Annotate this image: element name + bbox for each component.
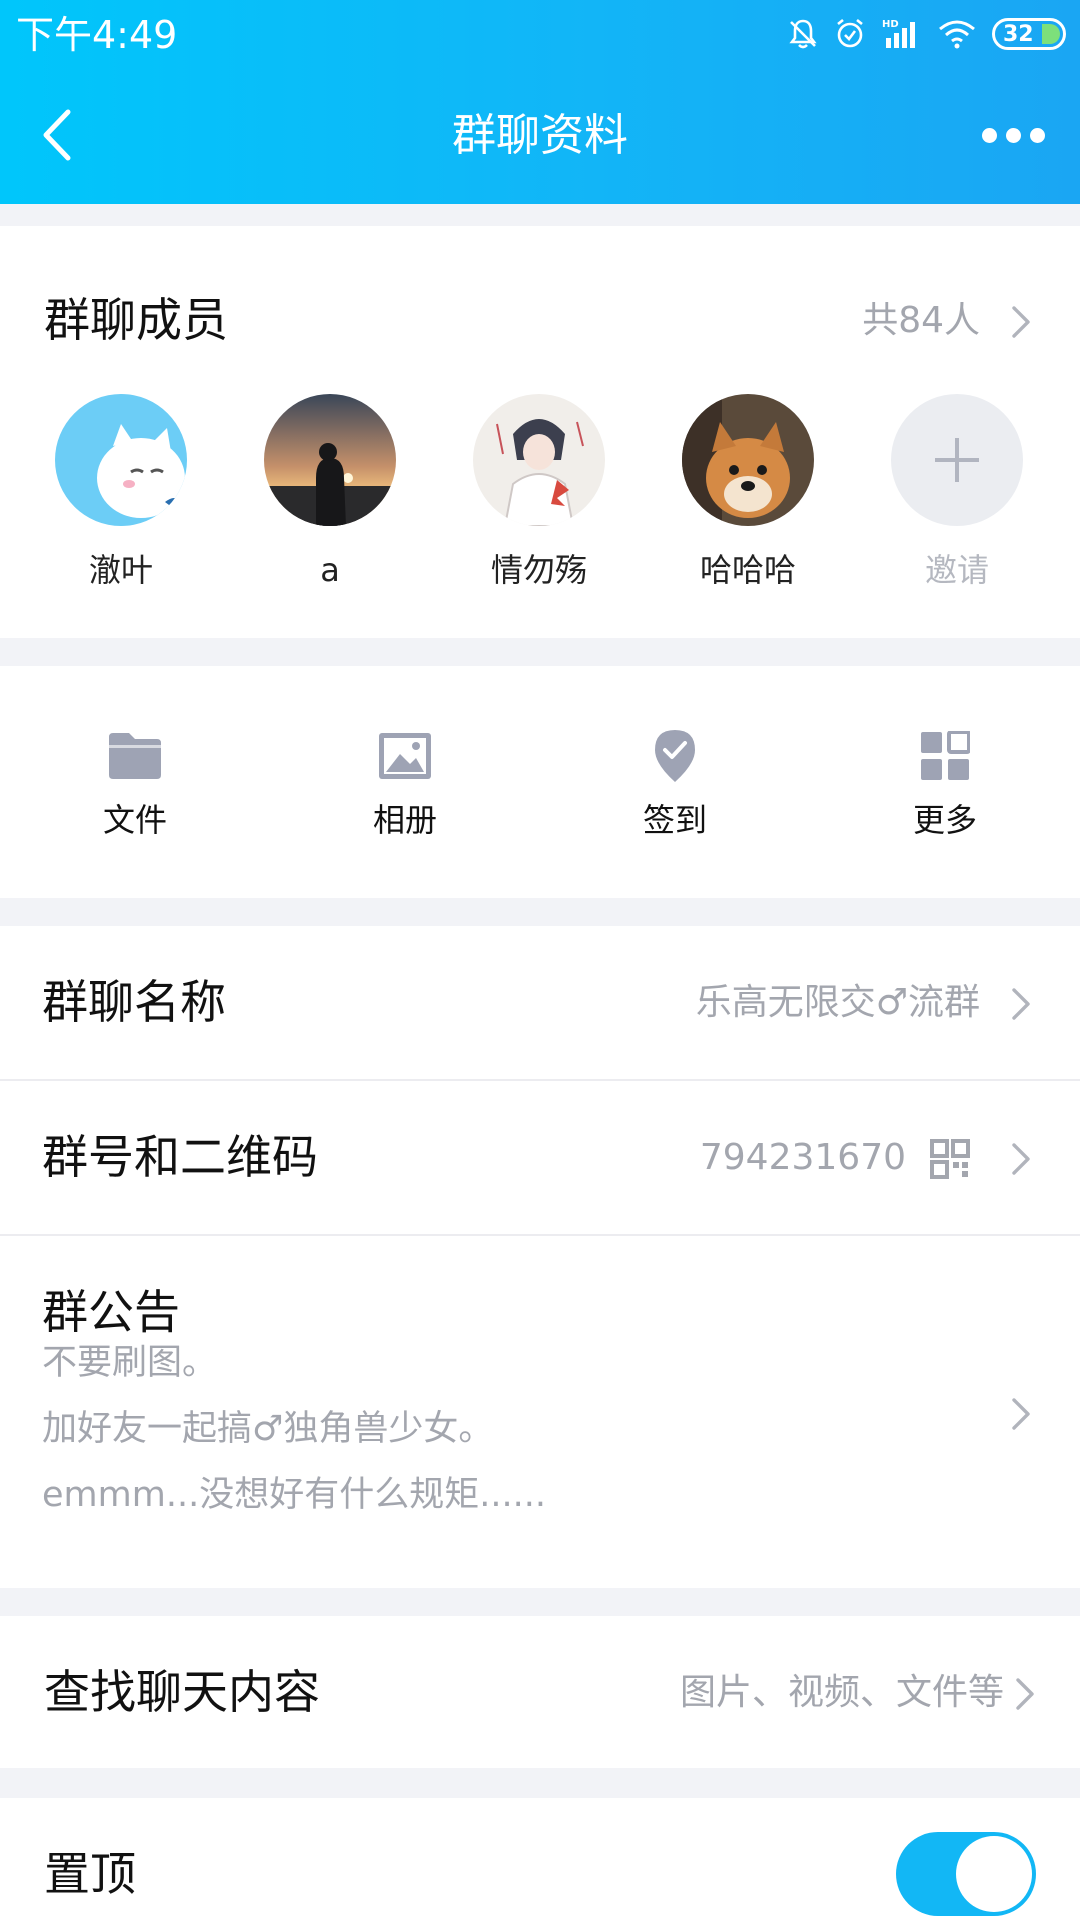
notice-line: 加好友一起搞♂独角兽少女。 <box>42 1409 494 1449</box>
group-id-row[interactable]: 群号和二维码 794231670 <box>0 1081 1080 1235</box>
checkin-button[interactable]: 签到 <box>575 726 775 842</box>
mute-bell-icon <box>789 19 817 49</box>
group-info-section: 群聊名称 乐高无限交♂流群 群号和二维码 794231670 群公告 不要刷图。… <box>0 926 1080 1588</box>
sunset-avatar <box>264 394 396 526</box>
cat-avatar <box>55 394 187 526</box>
group-id-value: 794231670 <box>699 1137 906 1178</box>
header-bar: 下午4:49 HD 32 群聊资料 <box>0 0 1080 204</box>
search-history-hint: 图片、视频、文件等 <box>679 1672 1004 1713</box>
notice-line: 不要刷图。 <box>42 1343 218 1383</box>
anime-avatar <box>473 394 605 526</box>
group-name-value: 乐高无限交♂流群 <box>695 982 980 1023</box>
group-notice-content: 不要刷图。 加好友一起搞♂独角兽少女。 emmm...没想好有什么规矩.....… <box>42 1330 546 1528</box>
toggle-knob <box>956 1836 1032 1912</box>
checkin-label: 签到 <box>642 801 707 839</box>
invite-button[interactable]: 邀请 <box>872 394 1042 592</box>
files-label: 文件 <box>102 801 167 839</box>
status-icons: HD 32 <box>788 10 1066 58</box>
member-name: 情勿殇 <box>490 551 587 589</box>
photo-icon <box>375 726 435 786</box>
more-features-button[interactable]: 更多 <box>845 726 1045 842</box>
page-title: 群聊资料 <box>452 110 628 161</box>
battery-level: 32 <box>1003 21 1034 47</box>
invite-label: 邀请 <box>924 551 989 589</box>
member-item[interactable]: 澈叶 <box>36 394 206 592</box>
more-options-button[interactable] <box>968 110 1058 160</box>
quick-actions-section: 文件 相册 签到 更多 <box>0 666 1080 898</box>
dot-icon <box>981 127 997 143</box>
status-time: 下午4:49 <box>16 13 178 57</box>
members-title: 群聊成员 <box>44 293 228 347</box>
members-count[interactable]: 共84人 <box>862 296 980 346</box>
group-notice-row[interactable]: 群公告 不要刷图。 加好友一起搞♂独角兽少女。 emmm...没想好有什么规矩.… <box>0 1236 1080 1588</box>
dot-icon <box>1005 127 1021 143</box>
wifi-icon <box>939 20 975 49</box>
plus-icon <box>935 438 979 482</box>
hd-badge: HD <box>882 19 899 30</box>
grid-icon <box>915 726 975 786</box>
group-id-label: 群号和二维码 <box>42 1130 318 1184</box>
album-label: 相册 <box>372 801 437 839</box>
invite-plus-circle <box>891 394 1023 526</box>
notice-line: emmm...没想好有什么规矩...... <box>42 1475 546 1515</box>
album-button[interactable]: 相册 <box>305 726 505 842</box>
dog-avatar <box>682 394 814 526</box>
dot-icon <box>1029 127 1045 143</box>
pin-row: 置顶 <box>0 1798 1080 1920</box>
checkin-icon <box>645 726 705 786</box>
pin-toggle[interactable] <box>896 1832 1036 1916</box>
battery-icon: 32 <box>992 18 1066 50</box>
member-name: a <box>320 551 340 589</box>
group-name-label: 群聊名称 <box>42 975 226 1029</box>
member-item[interactable]: a <box>245 394 415 592</box>
pin-label: 置顶 <box>44 1847 136 1901</box>
member-item[interactable]: 哈哈哈 <box>663 394 833 592</box>
search-history-row[interactable]: 查找聊天内容 图片、视频、文件等 <box>0 1616 1080 1768</box>
member-name: 澈叶 <box>88 551 153 589</box>
folder-icon <box>105 726 165 786</box>
chevron-right-icon <box>1012 1143 1030 1175</box>
alarm-icon <box>837 18 863 48</box>
chevron-right-icon[interactable] <box>1010 304 1032 340</box>
more-features-label: 更多 <box>912 801 977 839</box>
chevron-right-icon <box>1012 1398 1030 1430</box>
chevron-right-icon <box>1012 988 1030 1020</box>
files-button[interactable]: 文件 <box>35 726 235 842</box>
hd-signal-icon: HD <box>882 19 915 48</box>
member-item[interactable]: 情勿殇 <box>454 394 624 592</box>
search-history-label: 查找聊天内容 <box>44 1665 320 1719</box>
member-name: 哈哈哈 <box>699 551 796 589</box>
qr-code-icon <box>930 1139 970 1179</box>
members-section: 群聊成员 共84人 澈叶 a 情勿殇 哈哈哈 邀请 <box>0 226 1080 638</box>
group-name-row[interactable]: 群聊名称 乐高无限交♂流群 <box>0 926 1080 1080</box>
chevron-right-icon <box>1016 1678 1034 1710</box>
